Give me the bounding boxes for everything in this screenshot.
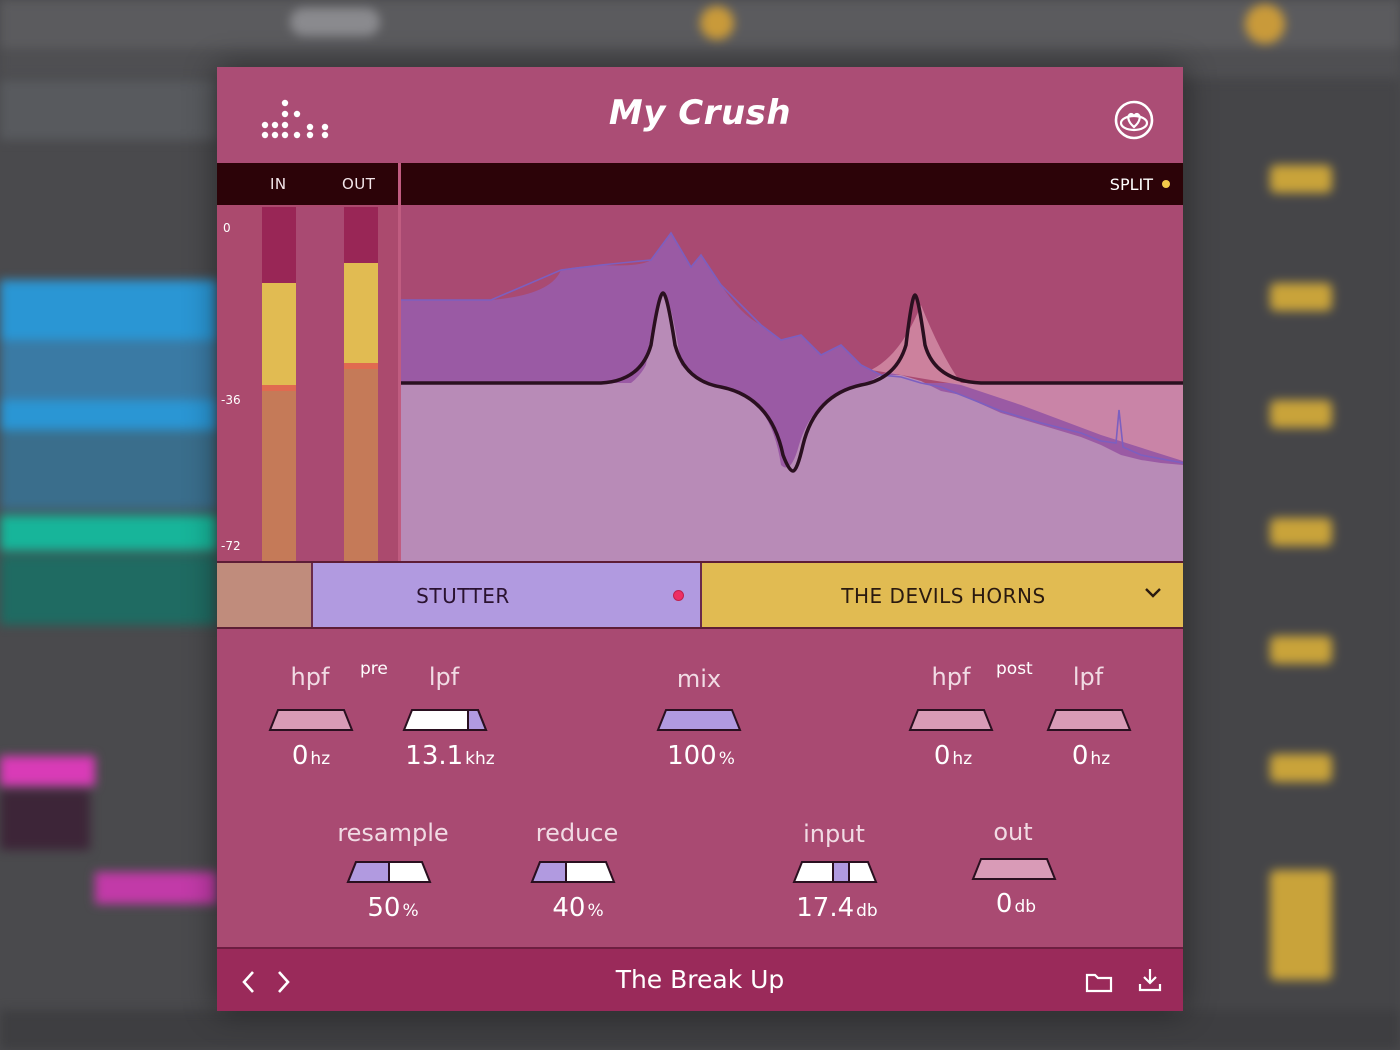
out-fader[interactable] bbox=[971, 857, 1057, 881]
download-icon[interactable] bbox=[1137, 967, 1163, 993]
post-lpf-label: lpf bbox=[1072, 663, 1104, 691]
in-meter-label: IN bbox=[270, 175, 287, 193]
out-label: out bbox=[993, 818, 1033, 846]
spectrum-display: 0 -36 -72 bbox=[217, 163, 1183, 561]
split-toggle[interactable]: SPLIT bbox=[1110, 175, 1153, 194]
stutter-label: STUTTER bbox=[416, 584, 510, 608]
plugin-title: My Crush bbox=[608, 93, 792, 133]
output-level-meter bbox=[344, 207, 378, 561]
post-hpf-label: hpf bbox=[931, 663, 971, 691]
meter-scale-top: 0 bbox=[223, 221, 231, 235]
input-label: input bbox=[803, 820, 865, 848]
color-swatch[interactable] bbox=[217, 563, 311, 627]
post-hpf-fader[interactable] bbox=[908, 708, 994, 732]
resample-fader[interactable] bbox=[346, 860, 432, 884]
meter-scale-mid: -36 bbox=[221, 393, 241, 407]
plugin-header: My Crush bbox=[217, 67, 1183, 163]
input-level-meter bbox=[262, 207, 296, 561]
mix-label: mix bbox=[676, 665, 722, 693]
pre-lpf-label: lpf bbox=[428, 663, 460, 691]
split-label: SPLIT bbox=[1109, 175, 1153, 194]
chevron-down-icon[interactable] bbox=[1144, 587, 1162, 599]
stutter-indicator-dot bbox=[673, 590, 684, 601]
mix-fader[interactable] bbox=[656, 708, 742, 732]
level-meters: 0 -36 -72 bbox=[217, 205, 401, 561]
out-meter-label: OUT bbox=[342, 175, 376, 193]
pre-lpf-fader[interactable] bbox=[402, 708, 488, 732]
meter-scale-bottom: -72 bbox=[221, 539, 241, 553]
preset-row: STUTTER THE DEVILS HORNS bbox=[217, 561, 1183, 629]
resample-value: 50% bbox=[367, 893, 419, 923]
devils-horns-preset-dropdown[interactable]: THE DEVILS HORNS bbox=[700, 563, 1183, 627]
input-value: 17.4 db bbox=[796, 893, 878, 923]
resample-label: resample bbox=[337, 819, 449, 847]
pre-hpf-value: 0 hz bbox=[291, 741, 331, 771]
reduce-value: 40% bbox=[552, 893, 604, 923]
mix-value: 100% bbox=[667, 741, 735, 771]
preset-name[interactable]: The Break Up bbox=[217, 965, 1183, 994]
pre-hpf-fader[interactable] bbox=[268, 708, 354, 732]
heart-icon[interactable] bbox=[1113, 99, 1155, 141]
reduce-label: reduce bbox=[535, 819, 619, 847]
pre-hpf-label: hpf bbox=[290, 663, 330, 691]
spectrum-graph bbox=[401, 231, 1183, 561]
post-lpf-value: 0 hz bbox=[1071, 741, 1111, 771]
meter-label-bar: IN OUT SPLIT bbox=[217, 163, 1183, 205]
input-fader[interactable] bbox=[792, 860, 878, 884]
split-indicator-dot bbox=[1162, 180, 1170, 188]
out-value: 0 db bbox=[995, 889, 1037, 919]
plugin-window: My Crush IN OUT SPLIT 0 -36 -72 STUTTER … bbox=[217, 67, 1183, 1011]
reduce-fader[interactable] bbox=[530, 860, 616, 884]
post-hpf-value: 0 hz bbox=[933, 741, 973, 771]
post-lpf-fader[interactable] bbox=[1046, 708, 1132, 732]
folder-icon[interactable] bbox=[1085, 971, 1113, 993]
stutter-preset-tab[interactable]: STUTTER bbox=[311, 563, 700, 627]
devils-horns-label: THE DEVILS HORNS bbox=[841, 584, 1046, 608]
pre-lpf-value: 13.1 khz bbox=[405, 741, 495, 771]
preset-footer: The Break Up bbox=[217, 947, 1183, 1011]
